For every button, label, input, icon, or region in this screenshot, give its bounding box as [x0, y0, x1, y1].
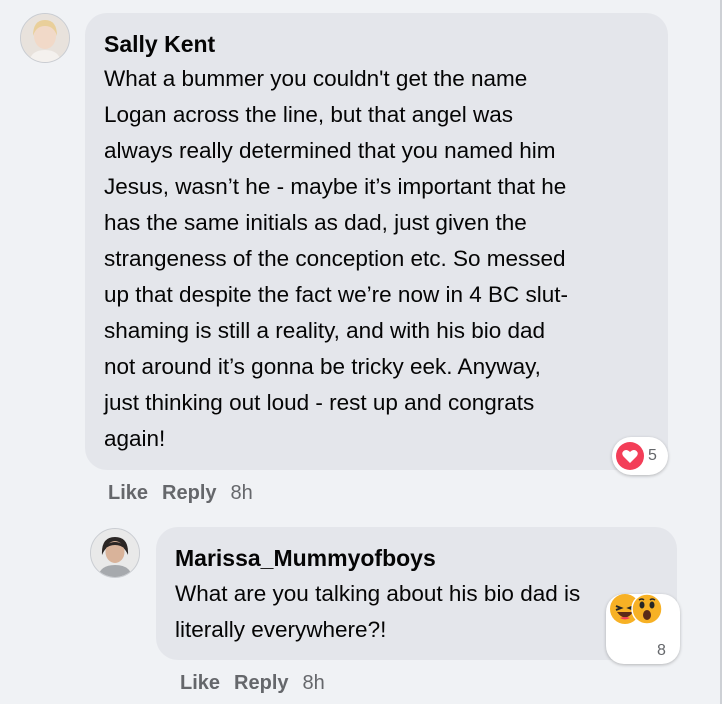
reply-like-link[interactable]: Like: [180, 672, 220, 694]
comment-line: not around it’s gonna be tricky eek. Any…: [104, 354, 541, 379]
comment-text: What a bummer you couldn't get the name …: [104, 61, 568, 457]
comment-actions: Like Reply 8h: [108, 482, 253, 505]
reply-text: What are you talking about his bio dad i…: [175, 576, 580, 648]
comment-line: again!: [104, 426, 166, 451]
reply-reply-link[interactable]: Reply: [234, 672, 288, 694]
comment-line: strangeness of the conception etc. So me…: [104, 246, 566, 271]
reply-reactions[interactable]: 8: [606, 593, 680, 664]
comment-reaction-count: 5: [648, 447, 657, 464]
reply-line: What are you talking about his bio dad i…: [175, 581, 581, 606]
comment-reactions[interactable]: 5: [612, 437, 668, 475]
reply-author[interactable]: Marissa_Mummyofboys: [175, 545, 436, 572]
comment-line: up that despite the fact we’re now in 4 …: [104, 282, 568, 307]
reply-line: literally everywhere?!: [175, 617, 387, 642]
love-heart-icon: [615, 441, 645, 476]
marissa-avatar[interactable]: [90, 528, 140, 578]
comment-timestamp[interactable]: 8h: [231, 482, 253, 504]
reply-actions: Like Reply 8h: [180, 672, 325, 695]
comment-line: Logan across the line, but that angel wa…: [104, 102, 514, 127]
sally-kent-avatar[interactable]: [20, 13, 70, 63]
comment-line: Jesus, wasn’t he - maybe it’s important …: [104, 174, 567, 199]
reply-reaction-count: 8: [657, 642, 666, 659]
comment-reply-link[interactable]: Reply: [162, 482, 216, 504]
comment-line: just thinking out loud - rest up and con…: [104, 390, 535, 415]
comment-author[interactable]: Sally Kent: [104, 31, 215, 58]
comment-line: shaming is still a reality, and with his…: [104, 318, 546, 343]
wow-icon: [631, 593, 663, 630]
comment-line: What a bummer you couldn't get the name: [104, 66, 528, 91]
comment-line: always really determined that you named …: [104, 138, 556, 163]
comment-line: has the same initials as dad, just given…: [104, 210, 527, 235]
comment-like-link[interactable]: Like: [108, 482, 148, 504]
reply-timestamp[interactable]: 8h: [303, 672, 325, 694]
